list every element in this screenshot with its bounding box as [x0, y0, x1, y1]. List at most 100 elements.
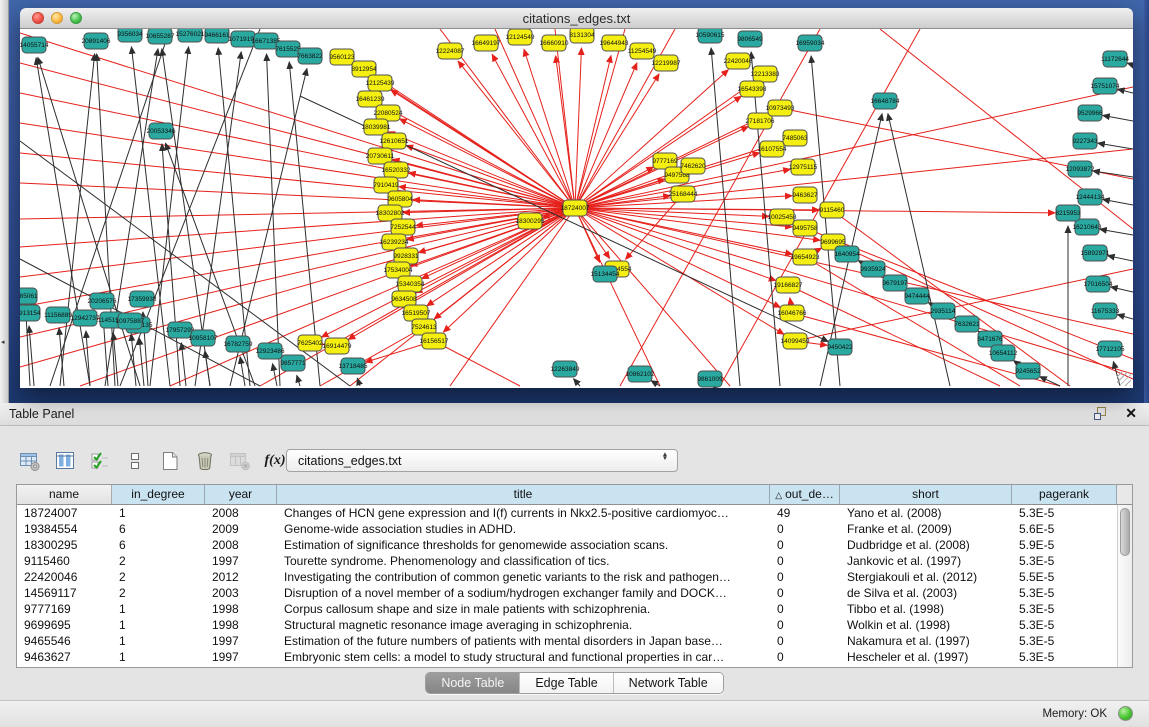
graph-node[interactable]: 3913154 [20, 305, 41, 321]
checklist-icon[interactable] [88, 449, 112, 473]
graph-node[interactable]: 17712105 [1096, 341, 1125, 357]
graph-node[interactable]: 14055714 [20, 37, 49, 53]
column-header-in_degree[interactable]: in_degree [112, 485, 205, 504]
column-header-short[interactable]: short [840, 485, 1012, 504]
graph-node[interactable]: 16660910 [540, 35, 569, 51]
graph-node[interactable]: 2935114 [931, 303, 956, 319]
graph-node[interactable]: 11254549 [628, 43, 657, 59]
graph-node[interactable]: 8131304 [569, 29, 595, 43]
new-document-icon[interactable] [158, 449, 182, 473]
graph-node[interactable]: 9466161 [204, 29, 230, 43]
column-header-out_de[interactable]: △out_de… [770, 485, 840, 504]
graph-node[interactable]: 9356034 [117, 29, 143, 42]
graph-node[interactable]: 12942737 [71, 310, 100, 326]
graph-node[interactable]: 9227343 [1072, 133, 1098, 149]
column-select-icon[interactable] [53, 449, 77, 473]
row-height-icon[interactable] [123, 449, 147, 473]
graph-node[interactable]: 16649197 [472, 35, 501, 51]
graph-node[interactable]: 7462620 [680, 158, 706, 174]
graph-node[interactable]: 9495758 [792, 220, 818, 236]
graph-node[interactable]: 8215953 [1055, 205, 1081, 221]
column-header-title[interactable]: title [277, 485, 770, 504]
graph-node[interactable]: 12219987 [652, 55, 681, 71]
close-panel-icon[interactable]: ✕ [1125, 405, 1137, 422]
graph-node[interactable]: 20891406 [82, 33, 111, 49]
graph-node[interactable]: 16914479 [323, 338, 352, 354]
graph-node[interactable]: 10973493 [766, 100, 795, 116]
graph-node[interactable]: 7663822 [297, 48, 323, 64]
graph-node[interactable]: 17016504 [1084, 276, 1113, 292]
graph-node[interactable]: 10025458 [768, 209, 797, 225]
graph-node[interactable]: 12610651 [380, 133, 409, 149]
graph-node[interactable]: 9463627 [792, 187, 818, 203]
resize-grip[interactable] [1117, 372, 1131, 386]
graph-node[interactable]: 12213383 [751, 66, 780, 82]
table-row[interactable]: 1938455462009Genome-wide association stu… [17, 521, 1132, 537]
graph-node[interactable]: 12125439 [366, 75, 395, 91]
graph-node[interactable]: 3385061 [20, 288, 38, 304]
graph-node[interactable]: 9935924 [860, 261, 886, 277]
graph-node[interactable]: 15134454 [591, 266, 620, 282]
column-header-name[interactable]: name [17, 485, 112, 504]
graph-node[interactable]: 17359938 [128, 291, 157, 307]
graph-node[interactable]: 7485063 [782, 130, 808, 146]
graph-node[interactable]: 20053346 [147, 123, 176, 139]
graph-node[interactable]: 10654112 [989, 345, 1018, 361]
graph-node[interactable]: 7632621 [954, 316, 980, 332]
graph-node[interactable]: 12975115 [789, 159, 818, 175]
graph-node[interactable]: 15892971 [1081, 245, 1110, 261]
graph-node[interactable]: 18724007 [561, 200, 590, 216]
graph-node[interactable]: 11675333 [1091, 303, 1120, 319]
graph-node[interactable]: 13718485 [339, 358, 368, 374]
graph-node[interactable]: 11172644 [1101, 51, 1129, 67]
memory-status-indicator[interactable] [1118, 706, 1133, 721]
window-titlebar[interactable]: citations_edges.txt [20, 8, 1133, 29]
graph-node[interactable]: 16046766 [778, 305, 807, 321]
left-panel-divider[interactable]: ◂ [0, 0, 9, 403]
graph-node[interactable]: 9857771 [280, 355, 306, 371]
graph-node[interactable]: 12923486 [256, 343, 285, 359]
float-panel-icon[interactable] [1094, 407, 1109, 422]
network-canvas[interactable]: 1872400795601238912954121254391646123922… [20, 29, 1133, 388]
graph-node[interactable]: 9115460 [820, 202, 845, 218]
graph-node[interactable]: 1640954 [834, 246, 860, 262]
table-row[interactable]: 969969511998Structural magnetic resonanc… [17, 617, 1132, 633]
graph-node[interactable]: 22420046 [724, 53, 753, 69]
table-row[interactable]: 911546021997Tourette syndrome. Phenomeno… [17, 553, 1132, 569]
graph-node[interactable]: 19644943 [600, 35, 629, 51]
graph-node[interactable]: 20206576 [88, 293, 117, 309]
graph-node[interactable]: 9679197 [882, 275, 908, 291]
column-header-pagerank[interactable]: pagerank [1012, 485, 1117, 504]
graph-node[interactable]: 16782759 [224, 336, 253, 352]
graph-node[interactable]: 12124549 [506, 29, 535, 45]
graph-node[interactable]: 16156517 [420, 333, 449, 349]
table-row[interactable]: 946554611997Estimation of the future num… [17, 633, 1132, 649]
graph-node[interactable]: 10655287 [146, 29, 175, 44]
tab-edge-table[interactable]: Edge Table [519, 673, 612, 693]
graph-node[interactable]: 15340354 [396, 276, 425, 292]
graph-node[interactable]: 16959034 [796, 35, 825, 51]
graph-node[interactable]: 10958107 [189, 330, 218, 346]
tab-network-table[interactable]: Network Table [613, 673, 723, 693]
table-row[interactable]: 977716911998Corpus callosum shape and si… [17, 601, 1132, 617]
table-row[interactable]: 1872400712008Changes of HCN gene express… [17, 505, 1132, 521]
graph-node[interactable]: 19166827 [774, 277, 803, 293]
graph-node[interactable]: 11156889 [44, 307, 72, 323]
table-row[interactable]: 946362711997Embryonic stem cells: a mode… [17, 649, 1132, 665]
vertical-scrollbar[interactable] [1117, 505, 1132, 667]
graph-node[interactable]: 12444134 [1076, 189, 1105, 205]
graph-node[interactable]: 9861009 [697, 371, 723, 387]
table-select-dropdown[interactable]: citations_edges.txt ▲▼ [286, 449, 678, 472]
table-row[interactable]: 1456911722003Disruption of a novel membe… [17, 585, 1132, 601]
graph-node[interactable]: 10975887 [116, 313, 145, 329]
table-row[interactable]: 1830029562008Estimation of significance … [17, 537, 1132, 553]
graph-node[interactable]: 16648784 [871, 93, 900, 109]
graph-node[interactable]: 12263849 [551, 361, 580, 377]
function-builder-icon[interactable]: f(x) [263, 449, 287, 473]
graph-node[interactable]: 7252544 [390, 219, 416, 235]
graph-node[interactable]: 12093872 [1066, 161, 1095, 177]
network-svg[interactable]: 1872400795601238912954121254391646123922… [20, 29, 1133, 388]
graph-node[interactable]: 15276021 [176, 29, 205, 42]
delete-rows-trash-icon[interactable] [193, 449, 217, 473]
graph-node[interactable]: 14099459 [781, 333, 810, 349]
